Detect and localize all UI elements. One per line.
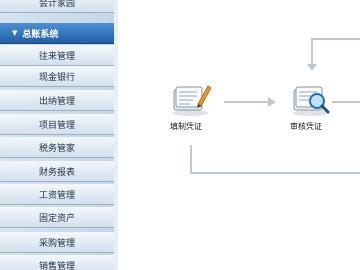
chevron-down-icon: ▼: [12, 29, 18, 37]
flow-connector: [311, 38, 313, 64]
sidebar-item-payroll[interactable]: 工资管理: [0, 184, 114, 205]
sidebar-item-label: 采购管理: [38, 238, 75, 249]
sidebar-item-accounting-home[interactable]: 会计家园: [0, 0, 114, 13]
sidebar-item-label: 会计家园: [38, 0, 75, 9]
sidebar-item-fixed-assets[interactable]: 固定资产: [0, 207, 114, 228]
sidebar-item-cashier[interactable]: 出纳管理: [0, 90, 114, 111]
flow-connector: [190, 172, 360, 174]
sidebar-item-purchasing[interactable]: 采购管理: [0, 232, 114, 253]
sidebar-item-label: 项目管理: [38, 120, 75, 131]
flow-arrow-right: [268, 97, 276, 107]
sidebar-item-label: 固定资产: [38, 213, 75, 224]
node-label-voucher-audit: 审核凭证: [290, 122, 322, 131]
sidebar-nav: 会计家园 ▼ 总账系统 往来管理 现金银行 出纳管理 项目管理 税务管家 财务报…: [0, 0, 115, 270]
sidebar-item-label: 财务报表: [38, 167, 75, 178]
sidebar-item-label: 现金银行: [38, 72, 75, 83]
sidebar-item-label: 往来管理: [38, 51, 75, 62]
sidebar-item-accounts-receivable[interactable]: 往来管理: [0, 45, 114, 66]
sidebar-divider: [114, 0, 118, 270]
flow-arrow-down: [307, 64, 317, 71]
flow-connector: [224, 101, 268, 103]
sidebar-item-sales[interactable]: 销售管理: [0, 255, 114, 270]
flow-connector: [332, 101, 360, 103]
sidebar-item-general-ledger[interactable]: ▼ 总账系统: [0, 23, 114, 44]
voucher-entry-icon[interactable]: [168, 82, 212, 116]
flow-connector: [190, 145, 192, 174]
sidebar-item-label: 工资管理: [38, 190, 75, 201]
sidebar-item-label: 销售管理: [38, 261, 75, 270]
sidebar-item-tax[interactable]: 税务管家: [0, 137, 114, 158]
sidebar-item-label: 税务管家: [38, 143, 75, 154]
sidebar-item-financial-reports[interactable]: 财务报表: [0, 161, 114, 182]
flow-connector: [312, 38, 360, 40]
sidebar-item-label: 总账系统: [22, 29, 59, 40]
sidebar-item-label: 出纳管理: [38, 96, 75, 107]
sidebar-item-cash-bank[interactable]: 现金银行: [0, 66, 114, 87]
node-label-voucher-entry: 填制凭证: [170, 122, 202, 131]
voucher-audit-icon[interactable]: [289, 82, 333, 116]
sidebar-item-projects[interactable]: 项目管理: [0, 114, 114, 135]
